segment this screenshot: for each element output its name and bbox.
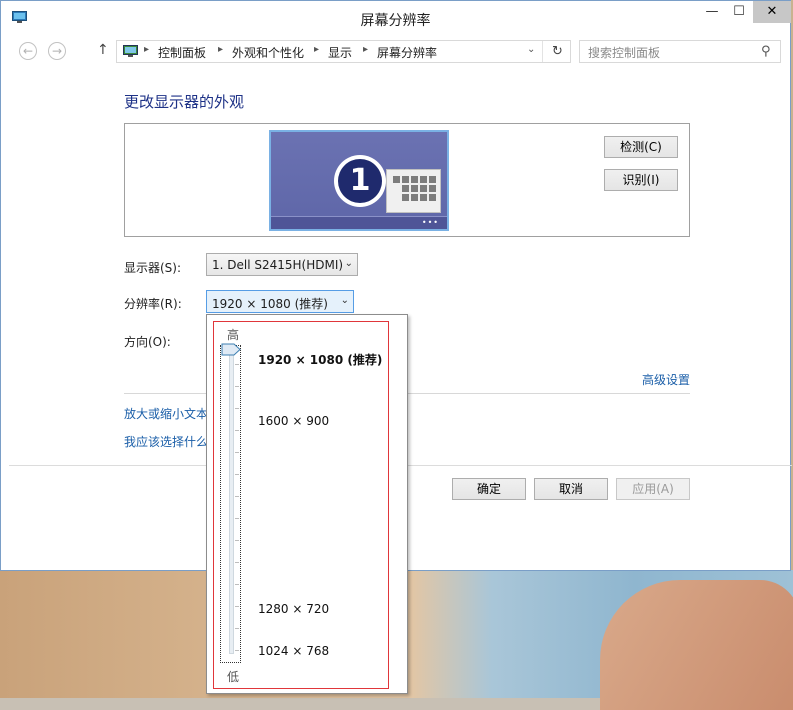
display-arrangement-panel: 1 ••• 检测(C) 识别(I) — [124, 123, 690, 237]
back-button[interactable]: ← — [19, 42, 37, 60]
breadcrumb-appearance[interactable]: 外观和个性化 — [232, 44, 304, 61]
resolution-label: 分辨率(R): — [124, 297, 182, 311]
breadcrumb-control-panel[interactable]: 控制面板 — [158, 44, 206, 61]
display-select-value: 1. Dell S2415H(HDMI) — [212, 258, 344, 272]
title-bar[interactable]: 屏幕分辨率 — ☐ ✕ — [1, 1, 791, 36]
chevron-down-icon: ⌄ — [340, 295, 349, 306]
maximize-button[interactable]: ☐ — [725, 1, 753, 23]
control-panel-icon — [123, 45, 138, 57]
breadcrumb-screen-resolution[interactable]: 屏幕分辨率 — [377, 44, 437, 61]
resolution-option-1600x900[interactable]: 1600 × 900 — [258, 414, 329, 428]
monitor-dots: ••• — [421, 218, 439, 227]
resolution-select[interactable]: 1920 × 1080 (推荐) ⌄ — [206, 290, 354, 313]
chevron-down-icon: ⌄ — [344, 258, 353, 269]
cancel-button[interactable]: 取消 — [534, 478, 608, 500]
detect-button[interactable]: 检测(C) — [604, 136, 678, 158]
minimize-button[interactable]: — — [698, 1, 726, 23]
resolution-dropdown: 高 1920 × 1080 (推荐) 1600 × 900 1280 × 720… — [206, 314, 408, 694]
forward-button[interactable]: → — [48, 42, 66, 60]
resolution-slider[interactable] — [220, 343, 241, 663]
breadcrumb-separator: ▸ — [144, 44, 150, 55]
monitor-thumbnail[interactable]: 1 ••• — [269, 130, 449, 231]
start-screen-icon — [386, 169, 441, 213]
slider-tick — [235, 584, 239, 585]
slider-tick — [235, 430, 239, 431]
monitor-number: 1 — [338, 159, 382, 203]
high-label: 高 — [227, 328, 240, 342]
apply-button: 应用(A) — [616, 478, 690, 500]
address-bar[interactable]: ▸ 控制面板 ▸ 外观和个性化 ▸ 显示 ▸ 屏幕分辨率 ⌄ ↻ — [116, 40, 571, 63]
breadcrumb-separator: ▸ — [218, 44, 224, 55]
search-input[interactable] — [586, 43, 750, 62]
ok-button[interactable]: 确定 — [452, 478, 526, 500]
slider-thumb-icon[interactable] — [221, 343, 241, 356]
search-box[interactable]: ⚲ — [579, 40, 781, 63]
monitor-number-badge: 1 — [334, 155, 386, 207]
orientation-label: 方向(O): — [124, 335, 171, 349]
slider-tick — [235, 628, 239, 629]
close-button[interactable]: ✕ — [753, 1, 791, 23]
monitor-taskbar: ••• — [271, 216, 447, 229]
resolution-option-1920x1080[interactable]: 1920 × 1080 (推荐) — [258, 351, 382, 368]
search-icon[interactable]: ⚲ — [761, 44, 771, 59]
background-hand — [600, 580, 793, 710]
identify-button[interactable]: 识别(I) — [604, 169, 678, 191]
slider-tick — [235, 386, 239, 387]
low-label: 低 — [227, 670, 240, 684]
slider-tick — [235, 650, 239, 651]
breadcrumb-separator: ▸ — [314, 44, 320, 55]
slider-tick — [235, 452, 239, 453]
resolution-option-1280x720[interactable]: 1280 × 720 — [258, 602, 329, 616]
slider-tick — [235, 364, 239, 365]
resolution-select-value: 1920 × 1080 (推荐) — [212, 297, 328, 311]
up-button[interactable]: ↑ — [97, 42, 109, 58]
slider-tick — [235, 518, 239, 519]
slider-tick — [235, 496, 239, 497]
resolution-option-1024x768[interactable]: 1024 × 768 — [258, 644, 329, 658]
slider-tick — [235, 474, 239, 475]
slider-tick — [235, 606, 239, 607]
window-title: 屏幕分辨率 — [360, 13, 431, 29]
slider-tick — [235, 540, 239, 541]
display-select[interactable]: 1. Dell S2415H(HDMI) ⌄ — [206, 253, 358, 276]
text-size-link[interactable]: 放大或缩小文本 — [124, 405, 208, 422]
slider-tick — [235, 408, 239, 409]
refresh-icon[interactable]: ↻ — [542, 41, 572, 62]
breadcrumb-separator: ▸ — [363, 44, 369, 55]
page-title: 更改显示器的外观 — [124, 93, 245, 111]
breadcrumb-display[interactable]: 显示 — [328, 44, 352, 61]
display-label: 显示器(S): — [124, 261, 182, 275]
advanced-settings-link[interactable]: 高级设置 — [642, 371, 690, 388]
slider-track[interactable] — [229, 354, 234, 654]
choose-settings-link[interactable]: 我应该选择什么 — [124, 433, 208, 450]
address-dropdown-icon[interactable]: ⌄ — [527, 44, 535, 55]
slider-tick — [235, 562, 239, 563]
navigation-bar: ← → ↑ ▸ 控制面板 ▸ 外观和个性化 ▸ 显示 ▸ 屏幕分辨率 ⌄ ↻ ⚲ — [1, 36, 790, 68]
